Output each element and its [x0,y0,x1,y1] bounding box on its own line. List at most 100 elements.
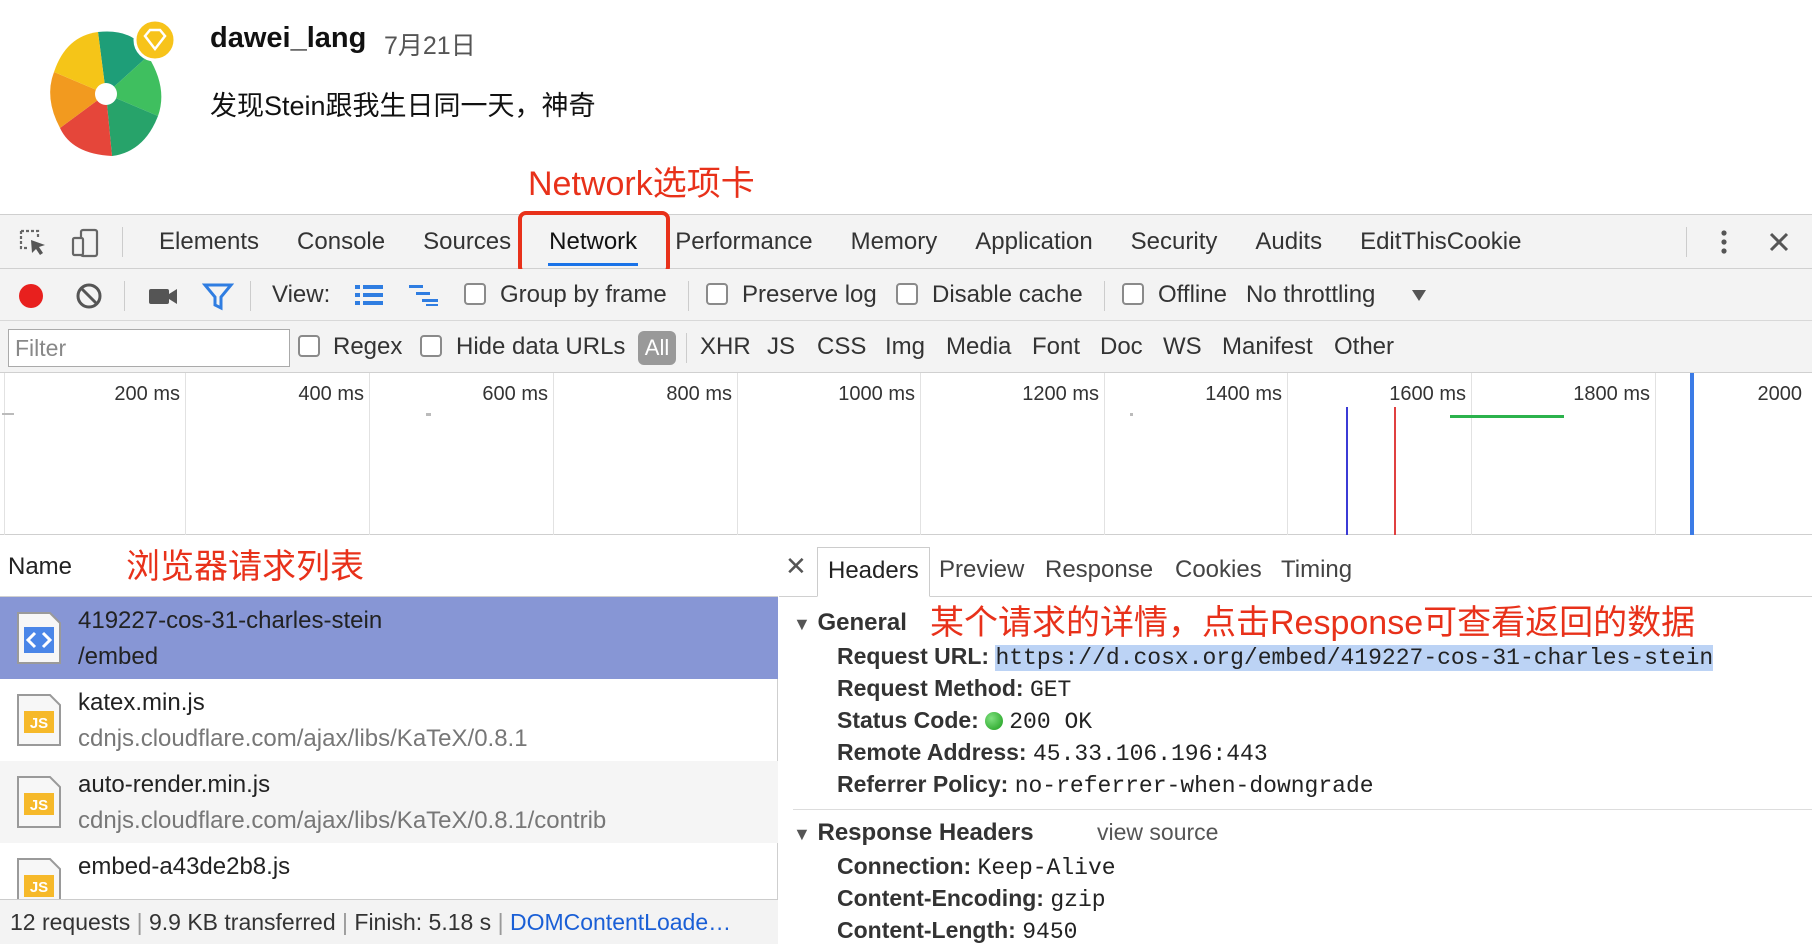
tab-security[interactable]: Security [1112,215,1237,269]
post-date[interactable]: 7月21日 [384,26,476,62]
filter-type-xhr[interactable]: XHR [700,321,751,373]
tab-headers[interactable]: Headers [817,547,930,597]
camera-icon[interactable] [146,281,180,311]
js-file-icon: JS [17,776,61,828]
disable-cache-checkbox[interactable] [896,283,918,305]
group-by-frame-label[interactable]: Group by frame [500,269,667,321]
header-key: Content-Encoding: [837,885,1044,911]
filter-type-other[interactable]: Other [1334,321,1394,373]
filter-type-doc[interactable]: Doc [1100,321,1143,373]
name-column-label: Name [8,553,73,580]
separator [1104,281,1105,311]
request-row[interactable]: JS katex.min.js cdnjs.cloudflare.com/aja… [0,679,778,761]
filter-type-js[interactable]: JS [767,321,795,373]
tab-network[interactable]: Network [530,215,656,269]
more-vertical-icon[interactable] [1712,227,1736,257]
network-toolbar: View: Group by frame Preserve log Disabl… [0,269,1812,321]
request-row[interactable]: JS auto-render.min.js cdnjs.cloudflare.c… [0,761,778,843]
tab-preview[interactable]: Preview [929,547,1034,597]
timeline-grid-line [920,373,921,535]
summary-domcontentloaded: DOMContentLoade… [509,909,732,935]
filter-type-font[interactable]: Font [1032,321,1080,373]
preserve-log-label[interactable]: Preserve log [742,269,877,321]
tab-console[interactable]: Console [278,215,404,269]
summary-requests: 12 requests [10,909,131,935]
tab-application[interactable]: Application [956,215,1111,269]
offline-label[interactable]: Offline [1158,269,1227,321]
filter-type-css[interactable]: CSS [817,321,866,373]
document-file-icon [17,612,61,664]
header-value[interactable]: https://d.cosx.org/embed/419227-cos-31-c… [995,645,1714,671]
tab-memory[interactable]: Memory [832,215,957,269]
filter-icon[interactable] [202,281,234,311]
offline-checkbox[interactable] [1122,283,1144,305]
header-value[interactable]: Keep-Alive [978,855,1116,881]
header-value[interactable]: GET [1030,677,1071,703]
pinwheel-avatar-icon[interactable] [40,18,180,158]
filter-input[interactable] [8,329,290,367]
header-value[interactable]: 200 OK [1009,709,1092,735]
filter-type-ws[interactable]: WS [1163,321,1202,373]
header-value[interactable]: 45.33.106.196:443 [1033,741,1268,767]
name-column-header[interactable]: Name [0,535,778,597]
hide-data-urls-checkbox[interactable] [420,335,442,357]
general-section-toggle[interactable]: ▼ General [793,609,907,637]
tab-timing[interactable]: Timing [1271,547,1362,597]
tab-audits[interactable]: Audits [1236,215,1341,269]
device-toolbar-icon[interactable] [70,228,100,258]
close-icon[interactable] [1764,227,1794,257]
header-value[interactable]: no-referrer-when-downgrade [1015,773,1374,799]
timeline-grid-line [4,373,5,535]
post-text: 发现Stein跟我生日同一天，神奇 [210,91,596,121]
tab-editthiscookie[interactable]: EditThisCookie [1341,215,1540,269]
request-row[interactable]: 419227-cos-31-charles-stein /embed [0,597,778,679]
disable-cache-label[interactable]: Disable cache [932,269,1083,321]
header-content-length: Content-Length: 9450 [837,917,1077,944]
summary-finish: Finish: 5.18 s [354,909,492,935]
timeline-tick: 2000 [1757,383,1803,405]
status-ok-dot-icon [985,712,1004,730]
group-by-frame-checkbox[interactable] [464,283,486,305]
timeline-tick: 600 ms [482,383,548,405]
regex-label[interactable]: Regex [333,321,402,373]
close-details-icon[interactable]: ✕ [785,551,807,582]
timeline-tick: 1400 ms [1205,383,1282,405]
separator [688,281,689,311]
timeline-tick: 1800 ms [1573,383,1650,405]
devtools-panel: Elements Console Sources Network Perform… [0,211,1812,944]
throttling-select[interactable]: No throttling [1246,269,1375,321]
tab-elements[interactable]: Elements [140,215,278,269]
list-view-icon[interactable] [354,283,384,307]
header-value[interactable]: gzip [1050,887,1105,913]
preserve-log-checkbox[interactable] [706,283,728,305]
header-remote-address: Remote Address: 45.33.106.196:443 [837,739,1268,767]
summary-transferred: 9.9 KB transferred [148,909,336,935]
clear-icon[interactable] [74,281,104,311]
regex-checkbox[interactable] [298,335,320,357]
response-headers-section-toggle[interactable]: ▼ Response Headers [793,819,1034,847]
post-username[interactable]: dawei_lang [210,22,366,55]
network-overview-timeline[interactable]: 200 ms 400 ms 600 ms 800 ms 1000 ms 1200… [0,373,1812,535]
header-value[interactable]: 9450 [1022,919,1077,944]
filter-type-manifest[interactable]: Manifest [1222,321,1313,373]
tab-performance[interactable]: Performance [656,215,831,269]
waterfall-view-icon[interactable] [408,283,440,307]
view-source-link[interactable]: view source [1097,819,1218,846]
timeline-grid-line [737,373,738,535]
tab-sources[interactable]: Sources [404,215,530,269]
header-referrer-policy: Referrer Policy: no-referrer-when-downgr… [837,771,1374,799]
filter-type-all[interactable]: All [638,331,676,365]
separator [1686,227,1687,257]
request-name: katex.min.js [78,689,205,716]
dropdown-arrow-icon[interactable] [1410,287,1428,303]
filter-type-img[interactable]: Img [885,321,925,373]
request-row[interactable]: JS embed-a43de2b8.js [0,843,778,899]
hide-data-urls-label[interactable]: Hide data URLs [456,321,625,373]
record-icon[interactable] [16,281,46,311]
request-list-pane: Name 419227-cos-31-charles-stein /embed … [0,535,778,944]
tab-cookies[interactable]: Cookies [1165,547,1272,597]
header-connection: Connection: Keep-Alive [837,853,1116,881]
filter-type-media[interactable]: Media [946,321,1011,373]
inspect-icon[interactable] [18,228,48,258]
tab-response[interactable]: Response [1035,547,1163,597]
